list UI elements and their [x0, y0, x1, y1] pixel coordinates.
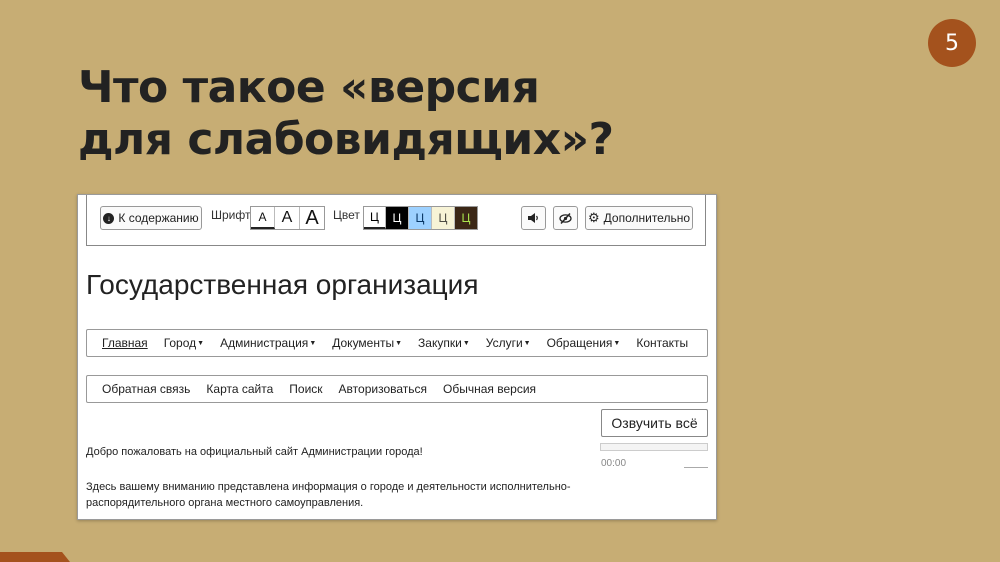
- caret-down-icon: ▼: [613, 340, 621, 348]
- nav-item-services-label: Услуги: [485, 336, 523, 350]
- nav-item-city[interactable]: Город▼: [164, 336, 204, 350]
- util-link-login[interactable]: Авторизоваться: [339, 382, 427, 396]
- color-scheme-brown-button[interactable]: Ц: [455, 207, 477, 229]
- caret-down-icon: ▼: [523, 340, 531, 348]
- slide-title-line-2: для слабовидящих»?: [78, 114, 614, 165]
- nav-item-procurement[interactable]: Закупки▼: [418, 336, 470, 350]
- main-navigation: Главная Город▼ Администрация▼ Документы▼…: [86, 329, 708, 357]
- page-number-badge: 5: [928, 19, 976, 67]
- welcome-text: Добро пожаловать на официальный сайт Адм…: [86, 446, 423, 458]
- nav-item-services[interactable]: Услуги▼: [486, 336, 531, 350]
- caret-down-icon: ▼: [197, 340, 205, 348]
- utility-navigation: Обратная связь Карта сайта Поиск Авториз…: [86, 375, 708, 403]
- slide-title-line-1: Что такое «версия: [78, 62, 540, 113]
- color-scheme-black-button[interactable]: Ц: [386, 207, 409, 229]
- info-text: Здесь вашему вниманию представлена инфор…: [86, 481, 571, 509]
- website-screenshot: ↓ К содержанию Шрифт А А А Цвет Ц Ц Ц Ц …: [77, 194, 717, 520]
- gear-icon: ⚙: [587, 210, 600, 225]
- audio-duration-placeholder: [684, 459, 708, 468]
- images-toggle-button[interactable]: [553, 206, 578, 230]
- audio-time: 00:00: [601, 458, 627, 469]
- nav-item-documents[interactable]: Документы▼: [332, 336, 402, 350]
- util-link-sitemap[interactable]: Карта сайта: [206, 382, 273, 396]
- caret-down-icon: ▼: [309, 340, 317, 348]
- more-settings-label: Дополнительно: [603, 211, 691, 225]
- font-size-small-button[interactable]: А: [251, 207, 275, 229]
- font-size-label: Шрифт: [211, 208, 251, 222]
- caret-down-icon: ▼: [395, 340, 403, 348]
- font-size-large-button[interactable]: А: [300, 207, 324, 229]
- audio-progress-bar[interactable]: [600, 443, 708, 451]
- color-scheme-label: Цвет: [333, 208, 360, 222]
- nav-item-documents-label: Документы: [332, 336, 395, 350]
- slide-title: Что такое «версия для слабовидящих»?: [78, 62, 614, 166]
- util-link-feedback[interactable]: Обратная связь: [102, 382, 190, 396]
- util-link-normal-version[interactable]: Обычная версия: [443, 382, 536, 396]
- skip-to-content-button[interactable]: ↓ К содержанию: [100, 206, 202, 230]
- nav-item-appeals-label: Обращения: [546, 336, 613, 350]
- nav-item-procurement-label: Закупки: [418, 336, 462, 350]
- skip-to-content-label: К содержанию: [118, 211, 199, 225]
- caret-down-icon: ▼: [462, 340, 470, 348]
- color-scheme-white-button[interactable]: Ц: [364, 207, 386, 229]
- font-size-medium-button[interactable]: А: [275, 207, 300, 229]
- speak-all-button[interactable]: Озвучить всё: [601, 409, 708, 437]
- nav-item-appeals[interactable]: Обращения▼: [547, 336, 621, 350]
- eye-slash-icon: [559, 212, 572, 224]
- accessibility-panel: ↓ К содержанию Шрифт А А А Цвет Ц Ц Ц Ц …: [86, 195, 706, 246]
- arrow-down-circle-icon: ↓: [103, 212, 115, 224]
- nav-item-administration-label: Администрация: [220, 336, 309, 350]
- color-scheme-group: Ц Ц Ц Ц Ц: [363, 206, 478, 230]
- sound-toggle-button[interactable]: [521, 206, 546, 230]
- color-scheme-blue-button[interactable]: Ц: [409, 207, 432, 229]
- nav-item-administration[interactable]: Администрация▼: [220, 336, 316, 350]
- site-title: Государственная организация: [86, 269, 479, 300]
- corner-decoration: [0, 552, 70, 562]
- speaker-icon: [528, 213, 538, 223]
- nav-item-contacts[interactable]: Контакты: [636, 336, 688, 350]
- more-settings-button[interactable]: ⚙ Дополнительно: [585, 206, 693, 230]
- nav-item-city-label: Город: [163, 336, 197, 350]
- font-size-group: А А А: [250, 206, 325, 230]
- color-scheme-beige-button[interactable]: Ц: [432, 207, 455, 229]
- util-link-search[interactable]: Поиск: [289, 382, 322, 396]
- nav-item-home[interactable]: Главная: [102, 336, 148, 350]
